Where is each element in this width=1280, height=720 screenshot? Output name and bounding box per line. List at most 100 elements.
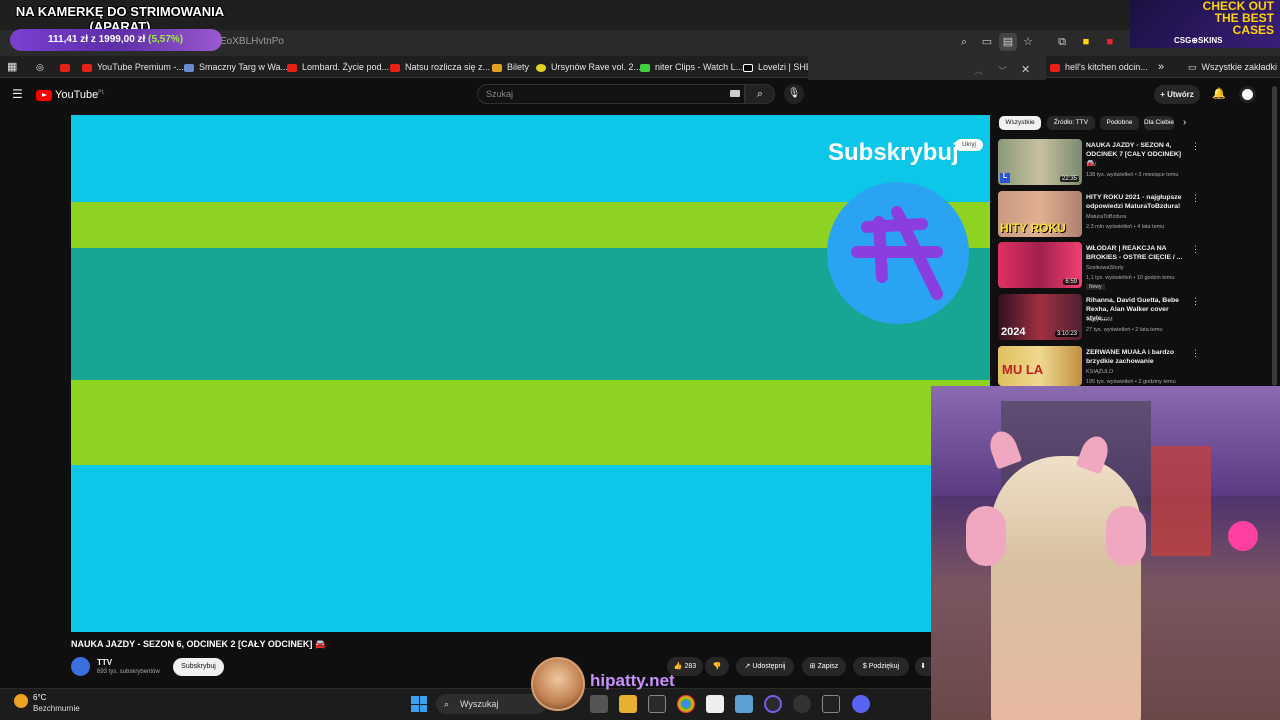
recommendation-meta: 1,1 tys. wyświetleń • 10 godzin temu <box>1086 275 1175 281</box>
extension-icon[interactable]: ⧉ <box>1053 33 1071 51</box>
video-thumbnail: 2024 3:10:23 <box>998 294 1082 340</box>
weather-desc[interactable]: Bezchmurnie <box>33 704 80 713</box>
notepad-icon[interactable] <box>706 695 724 713</box>
bookmarks-overflow-icon[interactable]: » <box>1158 56 1164 78</box>
bookmark-item[interactable]: Smaczny Targ w Wa... <box>184 56 288 78</box>
recommendation-channel: Tasty EDM <box>1086 317 1113 323</box>
save-icon: ⊞ <box>809 663 816 670</box>
chip-similar[interactable]: Podobne <box>1100 116 1139 130</box>
recommendation-channel: TTV <box>1086 162 1097 168</box>
pink-lamp <box>1228 521 1258 551</box>
channel-avatar[interactable] <box>71 657 90 676</box>
extension-yellow-icon[interactable]: ■ <box>1077 33 1095 51</box>
search-input[interactable]: Szukaj <box>477 84 745 104</box>
bookmark-item[interactable]: niter Clips - Watch L... <box>640 56 743 78</box>
more-options-icon[interactable]: ⋮ <box>1191 244 1200 255</box>
more-options-icon[interactable]: ⋮ <box>1191 348 1200 359</box>
notifications-bell-icon[interactable]: 🔔 <box>1212 87 1226 100</box>
subscribe-button[interactable]: Subskrybuj <box>173 658 224 676</box>
bookmark-item[interactable]: Lombard. Życie pod... <box>287 56 389 78</box>
share-button[interactable]: ↗ Udostępnij <box>736 657 794 676</box>
download-icon: ⬇ <box>920 663 926 670</box>
recommendation-item[interactable]: 2024 3:10:23 Rihanna, David Guetta, Bebe… <box>998 294 1200 342</box>
shein-icon <box>743 63 753 72</box>
video-player[interactable]: Subskrybuj Ukryj <box>71 115 990 632</box>
hide-button[interactable]: Ukryj <box>955 139 983 151</box>
channel-name[interactable]: TTV <box>97 658 112 667</box>
recommendation-title: HITY ROKU 2021 - najgłupsze odpowiedzi M… <box>1086 194 1182 210</box>
bookmark-icon-misc[interactable]: ◎ <box>36 56 44 78</box>
thanks-icon: $ <box>862 663 867 670</box>
thumbs-down-icon: 👎 <box>712 663 722 670</box>
recommendation-channel: MaturaToBzdura <box>1086 214 1127 220</box>
windows-start-icon[interactable] <box>411 696 427 712</box>
obs-icon[interactable] <box>764 695 782 713</box>
find-close-icon[interactable]: ✕ <box>1021 63 1030 76</box>
search-button[interactable]: ⌕ <box>745 84 775 104</box>
recommendation-meta: 27 tys. wyświetleń • 2 lata temu <box>1086 327 1163 333</box>
hamburger-menu-icon[interactable]: ☰ <box>12 87 23 101</box>
keyboard-icon[interactable] <box>730 90 740 97</box>
download-button[interactable]: ⬇ <box>915 657 931 676</box>
zoom-icon[interactable]: ⌕ <box>955 33 973 51</box>
task-view-icon[interactable] <box>590 695 608 713</box>
bookmark-item[interactable]: Ursynów Rave vol. 2... <box>536 56 641 78</box>
recommendation-item[interactable]: HITY ROKU 2021 HITY ROKU 2021 - najgłups… <box>998 191 1200 239</box>
cast-icon[interactable]: ▭ <box>978 33 996 51</box>
search-icon: ⌕ <box>444 699 450 709</box>
store-icon[interactable] <box>648 695 666 713</box>
bookmark-item[interactable]: Natsu rozlicza się z... <box>390 56 490 78</box>
reader-icon[interactable]: ▤ <box>999 33 1017 51</box>
find-prev-icon[interactable]: ︿ <box>974 64 983 77</box>
recommendation-item[interactable]: L 22:35 NAUKA JAZDY - SEZON 4, ODCINEK 7… <box>998 139 1200 187</box>
chips-next-chevron-icon[interactable]: › <box>1183 117 1186 128</box>
weather-temp[interactable]: 6°C <box>33 693 46 702</box>
bookmark-item[interactable]: YouTube Premium -... <box>82 56 184 78</box>
save-button[interactable]: ⊞ Zapisz <box>802 657 846 676</box>
more-options-icon[interactable]: ⋮ <box>1191 141 1200 152</box>
mic-icon[interactable]: 🎙 <box>784 84 804 104</box>
youtube-icon <box>1050 63 1060 72</box>
chip-for-you[interactable]: Dla Ciebie <box>1144 116 1174 130</box>
bookmark-youtube[interactable] <box>60 56 75 78</box>
video-thumbnail: L 22:35 <box>998 139 1082 185</box>
more-options-icon[interactable]: ⋮ <box>1191 193 1200 204</box>
file-explorer-icon[interactable] <box>619 695 637 713</box>
page-scrollbar[interactable] <box>1272 86 1277 386</box>
chip-all[interactable]: Wszystkie <box>999 116 1041 130</box>
all-bookmarks[interactable]: ▭ Wszystkie zakładki <box>1188 56 1277 78</box>
url-text[interactable]: EoXBLHvtnPo <box>220 36 284 47</box>
site-icon <box>184 63 194 72</box>
account-avatar[interactable] <box>1239 86 1256 103</box>
csgoskins-ad[interactable]: CHECK OUT THE BEST CASES CSG⊕SKINS <box>1130 0 1280 48</box>
dislike-button[interactable]: 👎 <box>705 657 729 676</box>
recommendation-meta: 2,3 mln wyświetleń • 4 lata temu <box>1086 224 1165 230</box>
app-icon[interactable] <box>735 695 753 713</box>
red-decor <box>1151 446 1211 556</box>
recommendation-item[interactable]: MU LA ZERWANE MUAŁA i bardzo brzydkie za… <box>998 346 1200 386</box>
taskbar-search[interactable]: ⌕ Wyszukaj <box>436 694 546 714</box>
discord-icon[interactable] <box>852 695 870 713</box>
thanks-button[interactable]: $ Podziękuj <box>853 657 909 676</box>
chip-source[interactable]: Źródło: TTV <box>1047 116 1095 130</box>
video-title: NAUKA JAZDY - SEZON 6, ODCINEK 2 [CAŁY O… <box>71 639 327 649</box>
bookmark-star-icon[interactable]: ☆ <box>1019 33 1037 51</box>
more-options-icon[interactable]: ⋮ <box>1191 296 1200 307</box>
apps-grid-icon[interactable]: ▦ <box>7 56 17 78</box>
find-next-icon[interactable]: ﹀ <box>998 64 1007 77</box>
recommendation-item[interactable]: 6:59 WŁODAR | REAKCJA NA BROKIES - OSTRE… <box>998 242 1200 290</box>
youtube-logo[interactable]: YouTubePL <box>36 89 104 101</box>
streamer-watermark: hipatty.net <box>590 671 675 690</box>
channel-subscriber-count: 693 tys. subskrybentów <box>97 669 160 675</box>
chrome-icon[interactable] <box>677 695 695 713</box>
bookmark-item[interactable]: Bilety <box>492 56 529 78</box>
folder-icon <box>492 63 502 72</box>
headphone-left <box>966 506 1006 566</box>
create-button[interactable]: + Utwórz <box>1154 85 1200 104</box>
ad-headline: CHECK OUT THE BEST CASES <box>1202 0 1274 37</box>
youtube-icon <box>82 63 92 72</box>
steam-icon[interactable] <box>793 695 811 713</box>
extension-red-icon[interactable]: ■ <box>1101 33 1119 51</box>
bookmark-item[interactable]: hell's kitchen odcin... <box>1050 56 1148 78</box>
terminal-icon[interactable] <box>822 695 840 713</box>
